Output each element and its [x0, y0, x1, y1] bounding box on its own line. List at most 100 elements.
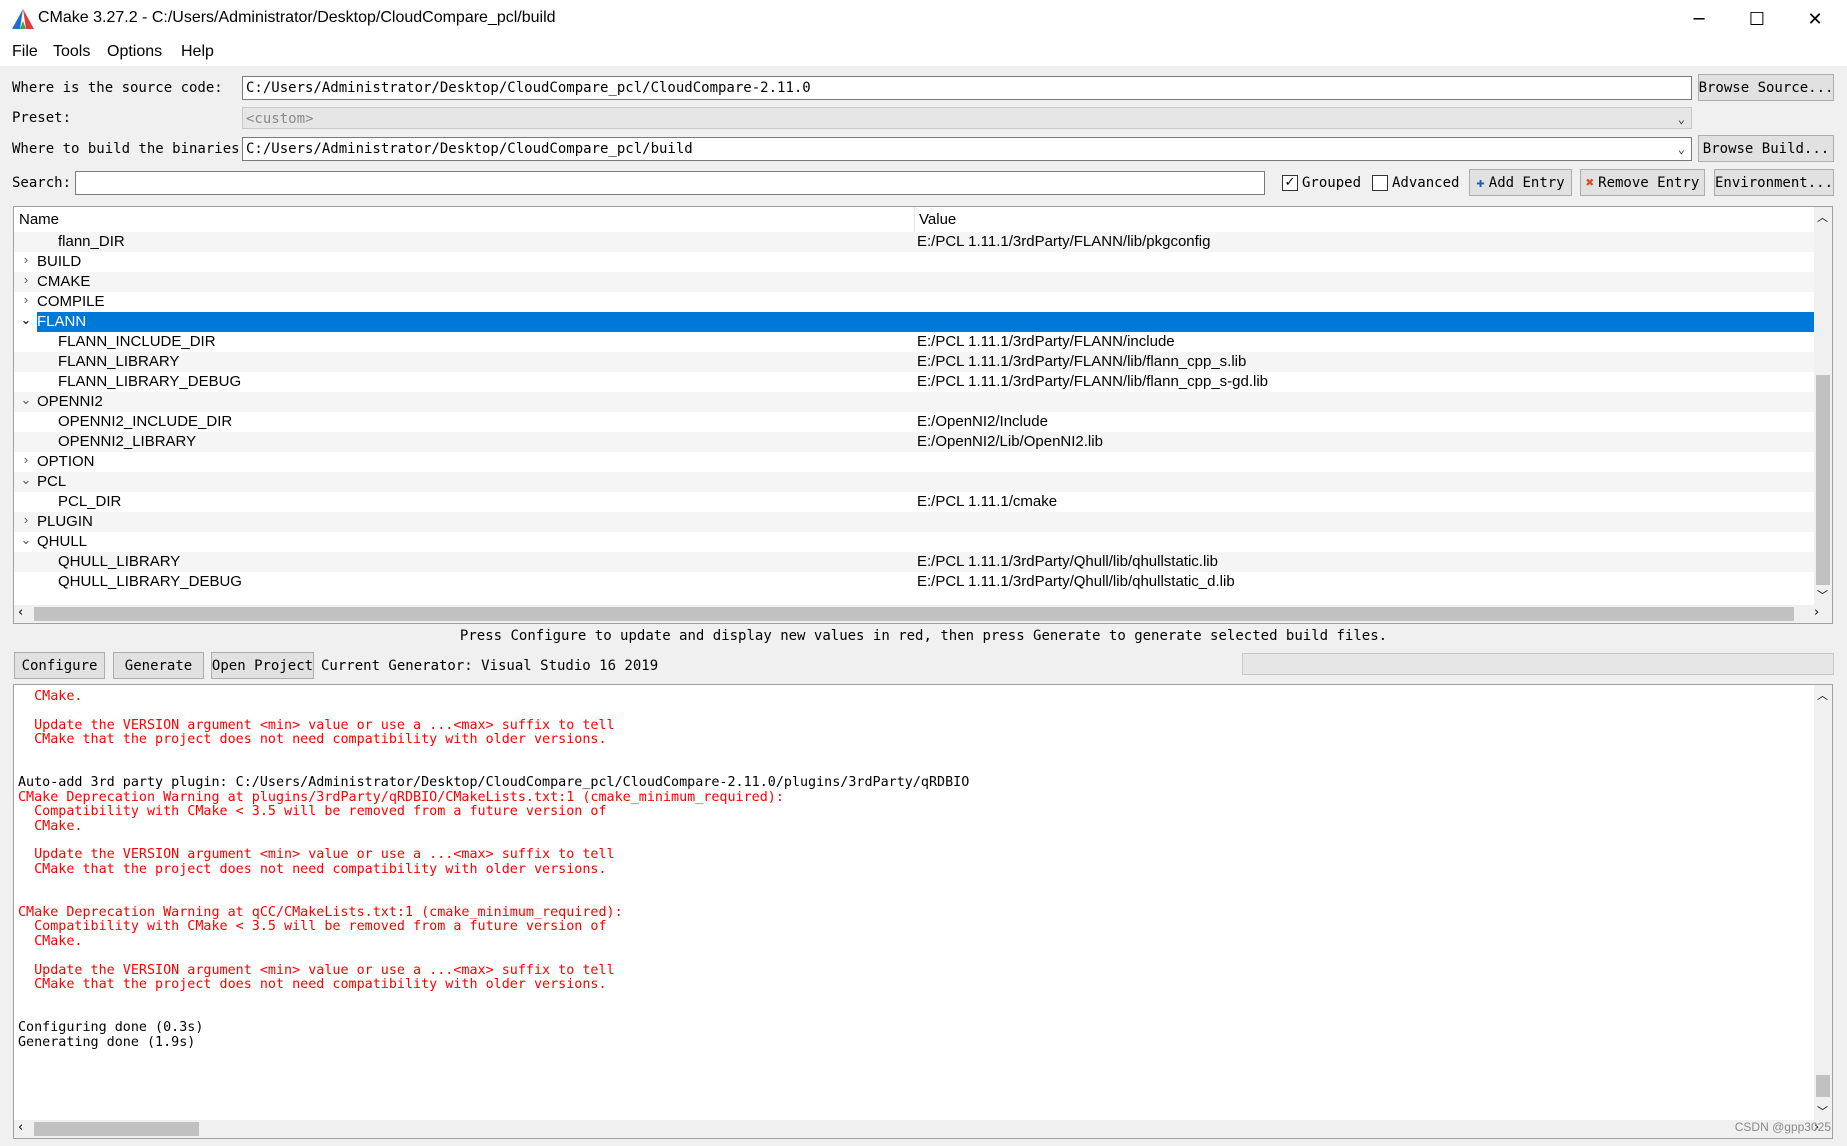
- expand-arrow-icon[interactable]: ›: [19, 272, 33, 287]
- advanced-checkbox[interactable]: [1372, 175, 1388, 191]
- column-header-value[interactable]: Value: [919, 211, 956, 228]
- scroll-thumb[interactable]: [1816, 375, 1830, 585]
- binaries-path-combo[interactable]: C:/Users/Administrator/Desktop/CloudComp…: [242, 137, 1692, 161]
- table-row[interactable]: PCL_DIR E:/PCL 1.11.1/cmake: [14, 492, 1814, 512]
- grouped-label: Grouped: [1302, 175, 1362, 191]
- generate-button[interactable]: Generate: [113, 652, 204, 679]
- source-path-field[interactable]: C:/Users/Administrator/Desktop/CloudComp…: [242, 76, 1692, 100]
- preset-value: <custom>: [246, 111, 314, 127]
- table-row[interactable]: ⌄ OPENNI2: [14, 392, 1814, 412]
- search-input[interactable]: [75, 171, 1265, 195]
- chevron-down-icon[interactable]: ⌄: [1678, 140, 1685, 158]
- collapse-arrow-icon[interactable]: ⌄: [19, 472, 33, 488]
- collapse-arrow-icon[interactable]: ⌄: [19, 392, 33, 408]
- window-title: CMake 3.27.2 - C:/Users/Administrator/De…: [38, 9, 556, 26]
- log-horizontal-scrollbar[interactable]: ‹ ›: [14, 1120, 1832, 1138]
- row-name: FLANN_LIBRARY_DEBUG: [58, 373, 242, 390]
- table-row[interactable]: FLANN_INCLUDE_DIR E:/PCL 1.11.1/3rdParty/…: [14, 332, 1814, 352]
- row-name: OPENNI2_LIBRARY: [58, 433, 197, 450]
- hint-text: Press Configure to update and display ne…: [459, 628, 1388, 644]
- table-row[interactable]: › BUILD: [14, 252, 1814, 272]
- add-entry-button[interactable]: ✚ Add Entry: [1469, 169, 1572, 196]
- log-line: CMake that the project does not need com…: [18, 732, 607, 748]
- open-project-button[interactable]: Open Project: [211, 652, 314, 679]
- row-name: PCL_DIR: [58, 493, 122, 510]
- log-line: CMake.: [18, 933, 83, 949]
- browse-source-button[interactable]: Browse Source...: [1698, 74, 1834, 101]
- table-row[interactable]: › CMAKE: [14, 272, 1814, 292]
- output-log[interactable]: CMake. Update the VERSION argument <min>…: [13, 684, 1833, 1139]
- browse-build-button[interactable]: Browse Build...: [1698, 135, 1834, 162]
- log-line: CMake.: [18, 689, 83, 704]
- maximize-button[interactable]: ☐: [1728, 0, 1786, 38]
- row-value[interactable]: E:/PCL 1.11.1/3rdParty/FLANN/lib/flann_c…: [917, 373, 1268, 390]
- menu-help[interactable]: Help: [181, 43, 214, 61]
- title-bar: CMake 3.27.2 - C:/Users/Administrator/De…: [0, 0, 1847, 38]
- scroll-down-icon[interactable]: ﹀: [1817, 1103, 1828, 1119]
- expand-arrow-icon[interactable]: ›: [19, 512, 33, 527]
- table-row[interactable]: ⌄ FLANN: [21, 312, 1814, 332]
- table-row[interactable]: ⌄ PCL: [14, 472, 1814, 492]
- table-row[interactable]: › OPTION: [14, 452, 1814, 472]
- table-row[interactable]: FLANN_LIBRARY E:/PCL 1.11.1/3rdParty/FLAN…: [14, 352, 1814, 372]
- row-value[interactable]: E:/OpenNI2/Lib/OpenNI2.lib: [917, 433, 1103, 450]
- table-horizontal-scrollbar[interactable]: ‹ ›: [14, 605, 1832, 623]
- table-vertical-scrollbar[interactable]: ︿ ﹀: [1814, 207, 1832, 605]
- table-row[interactable]: QHULL_LIBRARY E:/PCL 1.11.1/3rdParty/Qhul…: [14, 552, 1814, 572]
- add-icon: ✚: [1476, 174, 1485, 191]
- menu-options[interactable]: Options: [107, 43, 162, 61]
- table-row[interactable]: OPENNI2_INCLUDE_DIR E:/OpenNI2/Include: [14, 412, 1814, 432]
- preset-dropdown: <custom> ⌄: [242, 107, 1692, 129]
- current-generator-label: Current Generator: Visual Studio 16 2019: [321, 658, 659, 674]
- cache-variables-table[interactable]: Name Value flann_DIR E:/PCL 1.11.1/3rdPar…: [13, 206, 1833, 624]
- log-line: Update the VERSION argument <min> value …: [18, 847, 615, 863]
- expand-arrow-icon[interactable]: ›: [19, 292, 33, 307]
- cmake-logo-icon: [12, 9, 34, 29]
- scroll-right-icon[interactable]: ›: [1814, 605, 1819, 620]
- table-row[interactable]: › PLUGIN: [14, 512, 1814, 532]
- row-value[interactable]: E:/OpenNI2/Include: [917, 413, 1048, 430]
- scroll-thumb[interactable]: [34, 607, 1794, 621]
- row-name: QHULL_LIBRARY_DEBUG: [58, 573, 242, 590]
- collapse-arrow-icon[interactable]: ⌄: [19, 532, 33, 548]
- column-separator[interactable]: [914, 207, 915, 232]
- environment-button[interactable]: Environment...: [1714, 169, 1834, 196]
- grouped-checkbox[interactable]: ✓: [1282, 175, 1298, 191]
- add-entry-label: Add Entry: [1488, 174, 1565, 191]
- column-header-name[interactable]: Name: [19, 211, 59, 228]
- menu-file[interactable]: File: [12, 43, 38, 61]
- log-line: Generating done (1.9s): [18, 1034, 196, 1050]
- scroll-up-icon[interactable]: ︿: [1817, 687, 1828, 703]
- row-value[interactable]: E:/PCL 1.11.1/cmake: [917, 493, 1057, 510]
- remove-entry-button[interactable]: ✖ Remove Entry: [1580, 169, 1705, 196]
- scroll-up-icon[interactable]: ︿: [1817, 209, 1828, 225]
- row-value[interactable]: E:/PCL 1.11.1/3rdParty/FLANN/include: [917, 333, 1175, 350]
- scroll-down-icon[interactable]: ﹀: [1817, 587, 1828, 603]
- table-row[interactable]: flann_DIR E:/PCL 1.11.1/3rdParty/FLANN/li…: [14, 232, 1814, 252]
- scroll-thumb[interactable]: [1816, 1075, 1830, 1097]
- row-value[interactable]: E:/PCL 1.11.1/3rdParty/Qhull/lib/qhullst…: [917, 573, 1235, 590]
- row-name: flann_DIR: [58, 233, 125, 250]
- close-button[interactable]: ✕: [1786, 0, 1844, 38]
- table-row[interactable]: QHULL_LIBRARY_DEBUG E:/PCL 1.11.1/3rdPart…: [14, 572, 1814, 592]
- log-vertical-scrollbar[interactable]: ︿ ﹀: [1814, 685, 1832, 1120]
- collapse-arrow-icon[interactable]: ⌄: [19, 312, 33, 328]
- table-row[interactable]: › COMPILE: [14, 292, 1814, 312]
- configure-button[interactable]: Configure: [14, 652, 105, 679]
- row-value[interactable]: E:/PCL 1.11.1/3rdParty/FLANN/lib/pkgconf…: [917, 233, 1210, 250]
- log-line: Compatibility with CMake < 3.5 will be r…: [18, 804, 607, 820]
- table-row[interactable]: FLANN_LIBRARY_DEBUG E:/PCL 1.11.1/3rdPart…: [14, 372, 1814, 392]
- table-row[interactable]: ⌄ QHULL: [14, 532, 1814, 552]
- preset-label: Preset:: [12, 110, 72, 126]
- log-line: CMake Deprecation Warning at qCC/CMakeLi…: [18, 905, 623, 920]
- row-value[interactable]: E:/PCL 1.11.1/3rdParty/FLANN/lib/flann_c…: [917, 353, 1246, 370]
- table-row[interactable]: OPENNI2_LIBRARY E:/OpenNI2/Lib/OpenNI2.li…: [14, 432, 1814, 452]
- expand-arrow-icon[interactable]: ›: [19, 252, 33, 267]
- row-value[interactable]: E:/PCL 1.11.1/3rdParty/Qhull/lib/qhullst…: [917, 553, 1218, 570]
- menu-tools[interactable]: Tools: [53, 43, 90, 61]
- expand-arrow-icon[interactable]: ›: [19, 452, 33, 467]
- scroll-thumb[interactable]: [34, 1122, 199, 1136]
- scroll-left-icon[interactable]: ‹: [18, 1120, 23, 1135]
- scroll-left-icon[interactable]: ‹: [18, 605, 23, 620]
- minimize-button[interactable]: ─: [1670, 0, 1728, 38]
